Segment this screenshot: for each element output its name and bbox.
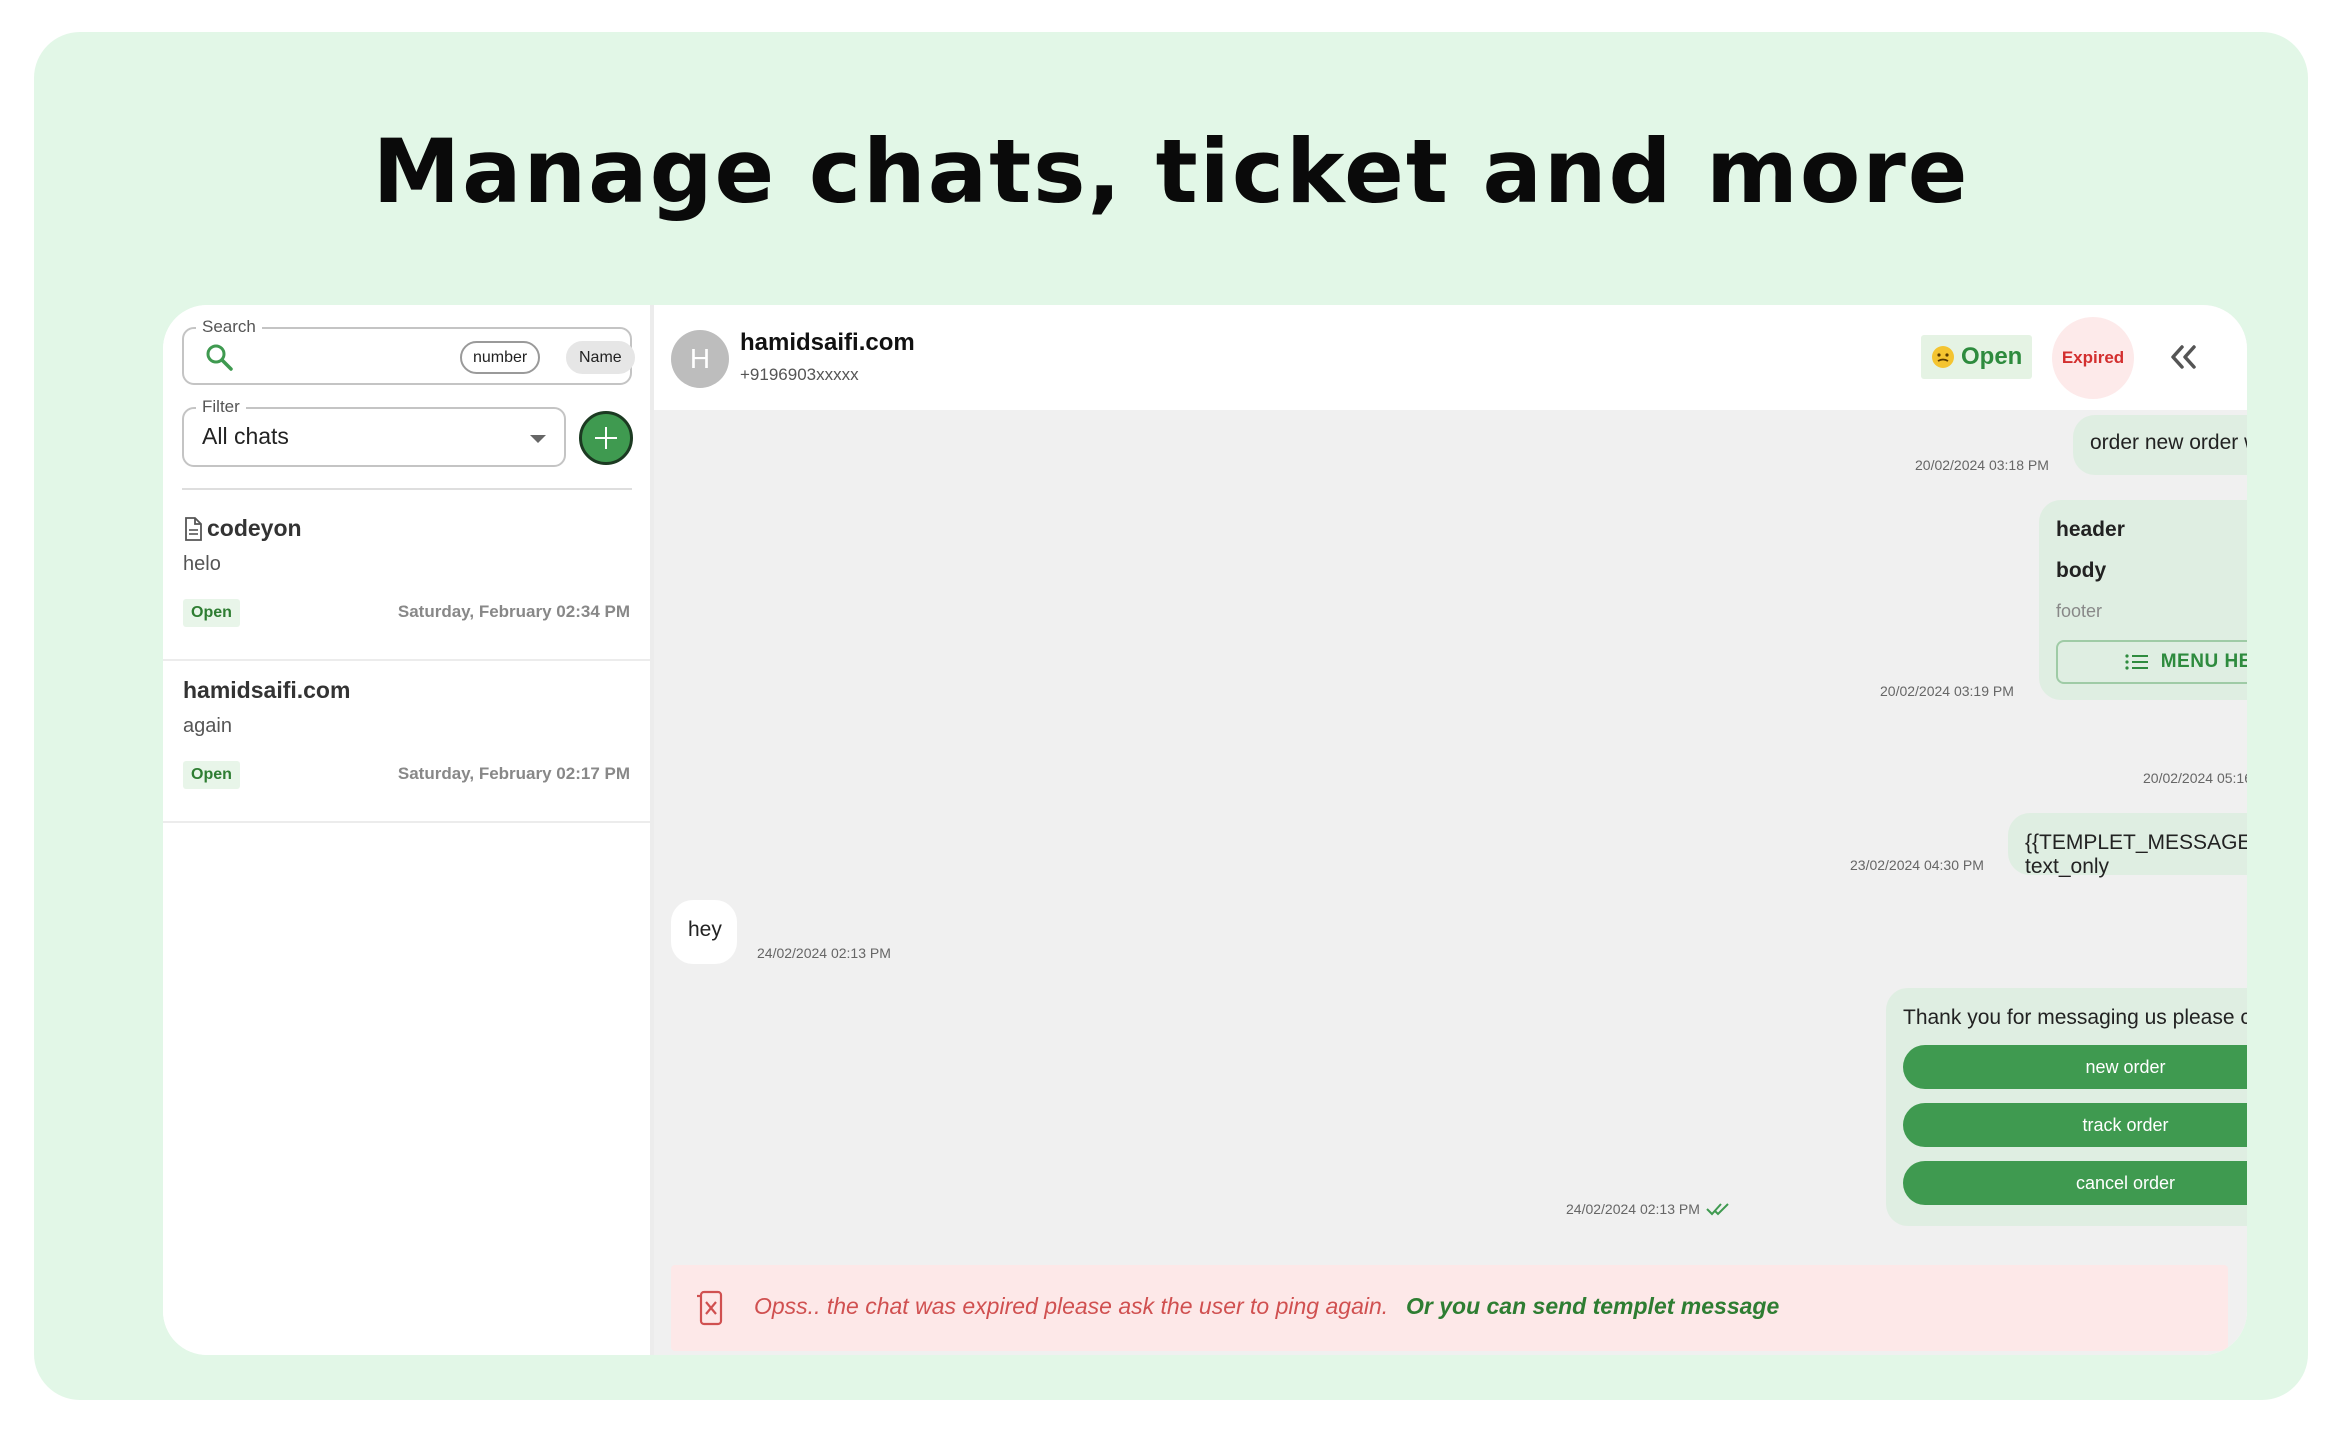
document-icon [185,516,202,541]
chat-title: codeyon [183,515,302,542]
quick-reply-button[interactable]: track order [1903,1103,2247,1147]
app-window: Search number Name Filter All chats code… [163,305,2247,1355]
divider [182,488,632,490]
ticket-status-button[interactable]: Open [1921,335,2033,379]
quick-reply-button[interactable]: new order [1903,1045,2247,1089]
send-template-link[interactable]: Or you can send templet message [1406,1293,1779,1320]
chat-list-item[interactable]: hamidsaifi.com again Open Saturday, Febr… [163,663,654,823]
message-bubble-in: hey [671,900,737,964]
filter-legend: Filter [196,397,246,417]
contact-name: hamidsaifi.com [740,329,915,356]
template-body: body [2056,559,2107,582]
search-legend: Search [196,317,262,337]
message-text: order new order was placed [2090,431,2247,454]
chevron-down-icon [530,435,546,443]
add-chat-button[interactable] [579,411,633,465]
expired-message: Opss.. the chat was expired please ask t… [754,1293,1389,1319]
phone-off-icon [697,1290,723,1326]
template-footer: footer [2056,601,2103,621]
chat-last-message: helo [183,553,221,575]
list-icon [2125,654,2148,670]
chat-title-text: codeyon [207,515,302,541]
chat-list-item[interactable]: codeyon helo Open Saturday, February 02:… [163,501,654,661]
message-bubble-out: {{TEMPLET_MESSAGE}} | text_only [2008,813,2247,878]
filter-select[interactable]: Filter All chats [182,397,566,467]
expired-notice: Opss.. the chat was expired please ask t… [671,1265,2228,1351]
message-timestamp: 20/02/2024 03:19 PM [1880,683,2014,699]
banner: Manage chats, ticket and more Search num… [34,32,2308,1400]
menu-button[interactable]: MENU HERE [2056,640,2247,684]
message-timestamp: 20/02/2024 03:18 PM [1915,457,2049,473]
message-text: Thank you for messaging us please choose… [1903,1006,2247,1029]
message-bubble-out: header body footer MENU HERE [2039,500,2247,700]
message-timestamp-text: 24/02/2024 02:13 PM [1566,1201,1700,1217]
chat-last-message: again [183,715,232,737]
template-header: header [2056,518,2125,541]
headline: Manage chats, ticket and more [372,120,1970,223]
avatar: H [671,330,729,388]
message-timestamp: 20/02/2024 05:16 PM [2143,770,2247,786]
double-check-icon [1706,1203,1729,1216]
chat-time: Saturday, February 02:17 PM [397,764,630,783]
status-badge: Open [183,599,240,627]
filter-value: All chats [202,423,289,449]
menu-button-label: MENU HERE [2160,651,2247,672]
emoji-icon [1932,346,1954,368]
chat-title-text: hamidsaifi.com [183,677,351,703]
contact-phone: +9196903xxxxx [740,365,859,384]
chat-time: Saturday, February 02:34 PM [397,602,630,621]
double-chevron-left-icon[interactable] [2167,343,2199,371]
search-input[interactable]: Search number Name [182,317,635,385]
conversation-panel: H hamidsaifi.com +9196903xxxxx Open Expi… [654,305,2247,1355]
expired-badge: Expired [2052,317,2134,399]
message-timestamp: 23/02/2024 04:30 PM [1850,857,1984,873]
status-badge: Open [183,761,240,789]
message-timestamp: 24/02/2024 02:13 PM [1566,1201,1730,1217]
chat-title: hamidsaifi.com [183,677,350,704]
message-timestamp: 24/02/2024 02:13 PM [757,945,891,961]
search-icon [206,344,233,371]
ticket-status-label: Open [1961,343,2023,370]
chat-header: H hamidsaifi.com +9196903xxxxx Open Expi… [654,305,2247,410]
chip-number[interactable]: number [460,341,541,374]
message-bubble-out: Thank you for messaging us please choose… [1886,988,2247,1226]
message-text: hey [688,918,722,941]
sidebar: Search number Name Filter All chats code… [163,305,654,1355]
chip-name[interactable]: Name [566,341,635,374]
quick-reply-button[interactable]: cancel order [1903,1161,2247,1205]
message-text: {{TEMPLET_MESSAGE}} | text_only [2025,831,2247,878]
message-bubble-out: order new order was placed [2073,415,2247,475]
